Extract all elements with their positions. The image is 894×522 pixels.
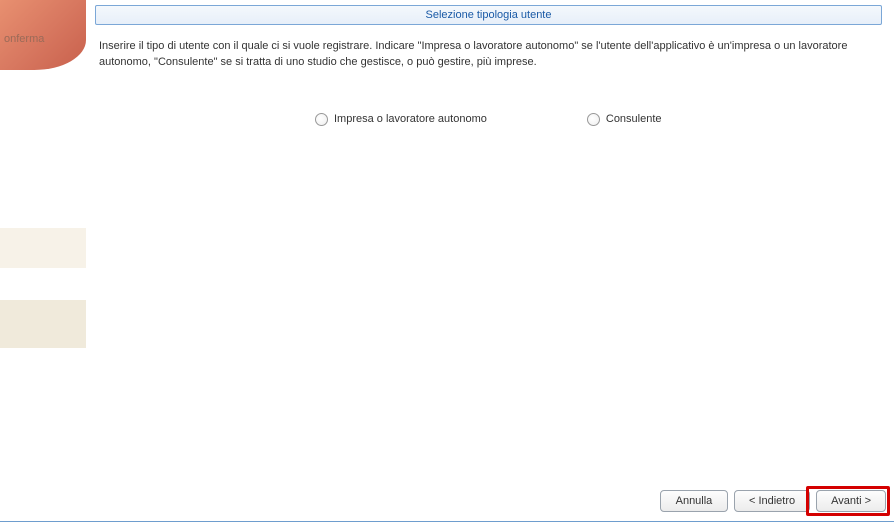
radio-impresa[interactable]: Impresa o lavoratore autonomo [315,113,487,126]
back-button[interactable]: < Indietro [734,490,810,512]
next-button[interactable]: Avanti > [816,490,886,512]
radio-consulente[interactable]: Consulente [587,113,662,126]
sidebar: onferma [0,0,86,522]
cancel-button[interactable]: Annulla [660,490,728,512]
sidebar-band [0,228,86,268]
main-panel: Selezione tipologia utente Inserire il t… [95,5,882,474]
user-type-radio-group: Impresa o lavoratore autonomo Consulente [95,113,882,126]
sidebar-band [0,300,86,348]
wizard-footer: Annulla < Indietro Avanti > [660,490,886,512]
panel-description: Inserire il tipo di utente con il quale … [95,25,882,71]
panel-title: Selezione tipologia utente [95,5,882,25]
sidebar-step-label: onferma [0,33,44,45]
radio-icon [587,113,600,126]
radio-impresa-label: Impresa o lavoratore autonomo [334,113,487,125]
radio-consulente-label: Consulente [606,113,662,125]
radio-icon [315,113,328,126]
